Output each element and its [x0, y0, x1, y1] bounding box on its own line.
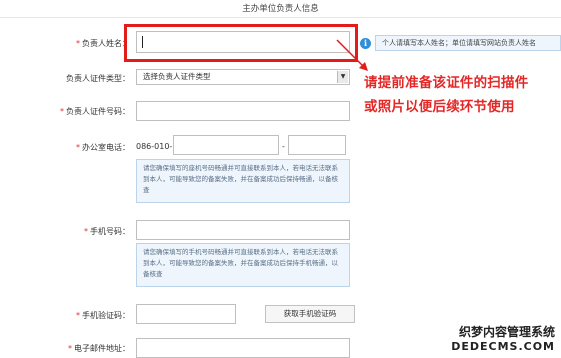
office-phone-note: 请您确保填写的座机号码畅通并可直接联系到本人，若电话无法联系到本人，可能导致您的…	[136, 159, 350, 203]
name-label: 负责人姓名：	[82, 39, 130, 48]
id-type-select[interactable]: 选择负责人证件类型 ▼	[136, 69, 350, 85]
phone-prefix: 086-010-	[136, 142, 173, 151]
title-divider	[0, 17, 561, 18]
annotation-line-2: 或照片以便后续环节使用	[364, 99, 515, 115]
highlight-frame	[124, 24, 358, 62]
annotation-line-1: 请提前准备该证件的扫描件	[364, 75, 529, 91]
watermark-title: 织梦内容管理系统	[458, 325, 555, 339]
phone-number-input[interactable]	[173, 135, 279, 155]
email-label-row: * 电子邮件地址：	[0, 343, 130, 354]
id-number-input[interactable]	[136, 101, 350, 121]
id-number-label-row: * 负责人证件号码：	[0, 106, 130, 117]
phone-extension-input[interactable]	[288, 135, 346, 155]
mobile-label: 手机号码：	[90, 227, 130, 236]
email-input[interactable]	[136, 338, 350, 358]
text-caret	[142, 36, 143, 48]
id-number-label: 负责人证件号码：	[66, 107, 130, 116]
mobile-input[interactable]	[136, 220, 350, 240]
sms-code-input[interactable]	[136, 304, 236, 324]
section-title: 主办单位负责人信息	[242, 4, 319, 14]
office-phone-label-row: * 办公室电话：	[0, 142, 130, 153]
dropdown-arrow-icon[interactable]: ▼	[337, 71, 348, 83]
required-mark: *	[60, 107, 64, 116]
get-sms-code-button[interactable]: 获取手机验证码	[265, 305, 355, 323]
sms-code-label-row: * 手机验证码：	[0, 310, 130, 321]
office-phone-label: 办公室电话：	[82, 143, 130, 152]
id-type-selected: 选择负责人证件类型	[143, 72, 211, 81]
mobile-label-row: * 手机号码：	[0, 226, 130, 237]
required-mark: *	[68, 344, 72, 353]
phone-separator: -	[282, 142, 285, 151]
name-label-row: * 负责人姓名：	[0, 38, 130, 49]
id-type-label: 负责人证件类型：	[66, 74, 130, 83]
sms-code-label: 手机验证码：	[82, 311, 130, 320]
watermark-domain: DEDECMS.COM	[451, 340, 555, 353]
required-mark: *	[76, 143, 80, 152]
required-mark: *	[76, 311, 80, 320]
required-mark: *	[76, 39, 80, 48]
email-label: 电子邮件地址：	[74, 344, 130, 353]
mobile-note: 请您确保填写的手机号码畅通并可直接联系到本人，若电话无法联系到本人，可能导致您的…	[136, 243, 350, 287]
name-hint: 个人请填写本人姓名；单位请填写网站负责人姓名	[375, 35, 561, 51]
required-mark: *	[84, 227, 88, 236]
